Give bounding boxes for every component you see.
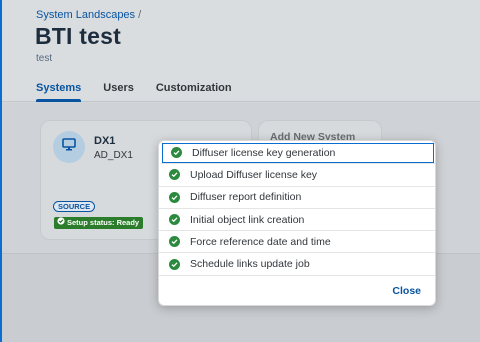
tab-customization[interactable]: Customization [156, 82, 232, 102]
breadcrumb: System Landscapes / [36, 9, 141, 21]
system-name: DX1 [94, 135, 116, 147]
step-label: Diffuser report definition [190, 191, 302, 204]
setup-status-badge[interactable]: Setup status: Ready [54, 217, 144, 229]
check-circle-icon [169, 236, 180, 248]
popover-footer: Close [159, 275, 435, 305]
check-circle-icon [169, 258, 180, 270]
setup-steps-list: Diffuser license key generation Upload D… [159, 142, 435, 276]
step-label: Initial object link creation [190, 213, 305, 226]
page-header: System Landscapes / BTI test test Systems… [0, 0, 480, 102]
check-circle-icon [171, 147, 182, 159]
check-circle-icon [169, 214, 180, 226]
step-item[interactable]: Force reference date and time [159, 231, 435, 254]
breadcrumb-separator: / [138, 9, 142, 21]
check-circle-icon [169, 169, 180, 181]
step-label: Force reference date and time [190, 235, 331, 248]
setup-steps-popover: Diffuser license key generation Upload D… [158, 140, 436, 306]
shell-edge [0, 0, 2, 342]
monitor-icon [62, 138, 76, 156]
step-label: Diffuser license key generation [192, 146, 336, 159]
check-circle-icon [57, 217, 65, 229]
step-item[interactable]: Schedule links update job [159, 253, 435, 276]
step-label: Upload Diffuser license key [190, 168, 318, 181]
breadcrumb-link-system-landscapes[interactable]: System Landscapes [36, 9, 135, 21]
check-circle-icon [169, 191, 180, 203]
tab-systems[interactable]: Systems [36, 82, 82, 102]
tab-bar: Systems Users Customization [36, 82, 254, 102]
page-subtitle: test [36, 53, 53, 64]
source-badge: SOURCE [53, 201, 96, 212]
step-item[interactable]: Initial object link creation [159, 209, 435, 232]
system-avatar [53, 131, 85, 163]
page-title: BTI test [35, 23, 121, 49]
step-label: Schedule links update job [190, 258, 310, 271]
step-item[interactable]: Upload Diffuser license key [159, 164, 435, 187]
close-button[interactable]: Close [392, 285, 421, 297]
step-item[interactable]: Diffuser license key generation [161, 142, 435, 165]
system-id: AD_DX1 [94, 150, 133, 161]
setup-status-label: Setup status: Ready [67, 218, 140, 227]
tab-users[interactable]: Users [103, 82, 134, 102]
step-item[interactable]: Diffuser report definition [159, 187, 435, 209]
